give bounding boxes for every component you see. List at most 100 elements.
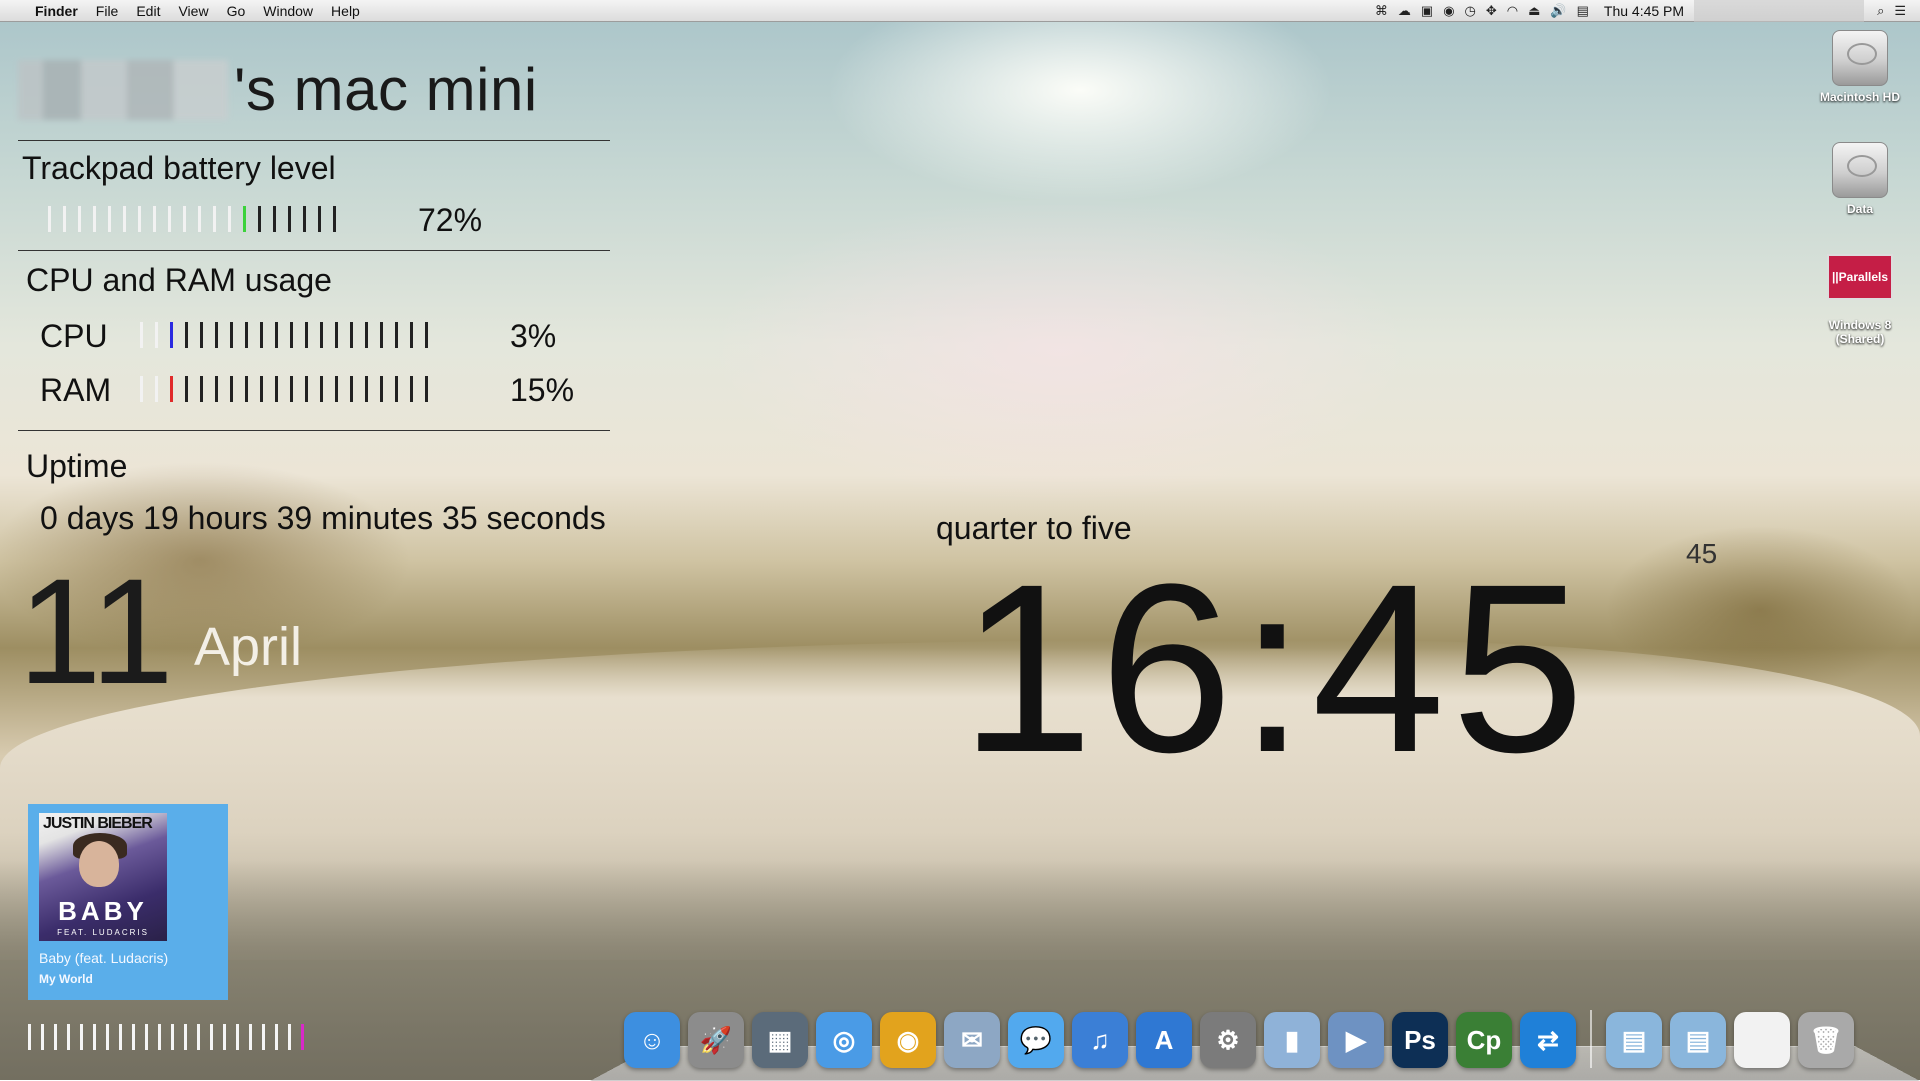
trash-icon[interactable]: 🗑 [1798,1012,1854,1068]
photoshop-icon[interactable]: Ps [1392,1012,1448,1068]
cover-album-text: BABY [58,896,148,926]
applications-folder-icon[interactable]: ▤ [1670,1012,1726,1068]
desktop-icon-macintosh-hd[interactable]: Macintosh HD [1805,30,1915,104]
album-title: My World [39,972,93,986]
battery-title: Trackpad battery level [22,150,336,186]
teamviewer-icon[interactable]: ⇄ [1520,1012,1576,1068]
cpu-meter [140,322,440,348]
meter-tick [305,376,308,402]
hostname-suffix: 's mac mini [234,56,538,123]
move-icon[interactable]: ✥ [1481,3,1502,19]
notification-center-icon[interactable]: ☰ [1889,3,1920,19]
meter-tick [275,376,278,402]
meter-tick [230,376,233,402]
meter-tick [380,322,383,348]
clock-seconds: 45 [1686,538,1718,569]
menubar-clock[interactable]: Thu 4:45 PM [1594,3,1694,19]
chrome-icon[interactable]: ◉ [880,1012,936,1068]
meter-tick [395,376,398,402]
parallels-icon[interactable]: ▮ [1264,1012,1320,1068]
now-playing-widget[interactable]: JUSTIN BIEBER BABY FEAT. LUDACRIS Baby (… [28,804,228,1000]
menu-help[interactable]: Help [322,3,369,19]
progress-tick [28,1024,31,1050]
messages-icon[interactable]: 💬 [1008,1012,1064,1068]
cpu-label: CPU [40,318,108,354]
time-machine-icon[interactable]: ◷ [1460,3,1481,19]
progress-tick [80,1024,83,1050]
meter-tick [200,322,203,348]
downloads-folder-icon[interactable]: ▤ [1606,1012,1662,1068]
track-progress-meter[interactable] [28,1024,314,1050]
itunes-icon[interactable]: ♫ [1072,1012,1128,1068]
desktop-icon-data[interactable]: Data [1805,142,1915,216]
meter-tick [183,206,186,232]
chrome-icon[interactable]: ◉ [1438,3,1459,19]
meter-tick [93,206,96,232]
divider [18,250,610,251]
gamepad-icon[interactable]: ⌘ [1370,3,1393,19]
wifi-icon[interactable]: ◠ [1502,3,1523,19]
document-icon[interactable] [1734,1012,1790,1068]
menu-go[interactable]: Go [218,3,255,19]
captivate-icon[interactable]: Cp [1456,1012,1512,1068]
flag-icon[interactable]: ▤ [1572,3,1594,19]
progress-tick [158,1024,161,1050]
meter-tick [380,376,383,402]
app-store-icon[interactable]: A [1136,1012,1192,1068]
uptime-title: Uptime [26,448,128,484]
meter-tick [63,206,66,232]
blurred-username [18,59,228,120]
progress-tick [197,1024,200,1050]
progress-tick [171,1024,174,1050]
eject-icon[interactable]: ⏏ [1523,3,1545,19]
meter-tick [198,206,201,232]
menu-view[interactable]: View [169,3,217,19]
meter-tick [365,322,368,348]
desktop-icon-windows-8[interactable]: ||Parallels Windows 8 (Shared) [1805,254,1915,346]
meter-tick [318,206,321,232]
progress-tick [106,1024,109,1050]
progress-tick [67,1024,70,1050]
menu-file[interactable]: File [87,3,128,19]
finder-icon[interactable]: ☺ [624,1012,680,1068]
mail-icon[interactable]: ✉ [944,1012,1000,1068]
spotlight-icon[interactable]: ⌕ [1872,3,1889,19]
safari-icon[interactable]: ◎ [816,1012,872,1068]
meter-tick [108,206,111,232]
meter-tick [185,322,188,348]
uptime-value: 0 days 19 hours 39 minutes 35 seconds [40,500,606,536]
progress-tick [119,1024,122,1050]
meter-tick [260,322,263,348]
big-clock: 16:45 [960,534,1591,802]
launchpad-icon[interactable]: 🚀 [688,1012,744,1068]
date-month: April [194,617,303,677]
window-icon[interactable]: ▣ [1416,3,1438,19]
divider [18,430,610,431]
hard-drive-icon [1832,30,1888,86]
desktop-icon-label: Macintosh HD [1819,90,1900,104]
progress-tick [288,1024,291,1050]
meter-tick [333,206,336,232]
cloud-icon[interactable]: ☁ [1393,3,1416,19]
progress-tick [210,1024,213,1050]
menu-finder[interactable]: Finder [26,3,87,19]
meter-tick [170,322,173,348]
meter-tick [243,206,246,232]
meter-tick [410,376,413,402]
meter-tick [320,322,323,348]
progress-tick [262,1024,265,1050]
cover-feat-text: FEAT. LUDACRIS [57,928,149,937]
date-day: 11 [18,547,174,715]
meter-tick [275,322,278,348]
meter-tick [78,206,81,232]
volume-icon[interactable]: 🔊 [1545,3,1571,19]
menu-edit[interactable]: Edit [127,3,169,19]
menu-window[interactable]: Window [254,3,322,19]
system-preferences-icon[interactable]: ⚙ [1200,1012,1256,1068]
progress-tick [301,1024,304,1050]
battery-meter [48,206,348,232]
photo-icon[interactable]: ▦ [752,1012,808,1068]
preview-icon[interactable]: ▶ [1328,1012,1384,1068]
progress-tick [41,1024,44,1050]
meter-tick [215,322,218,348]
